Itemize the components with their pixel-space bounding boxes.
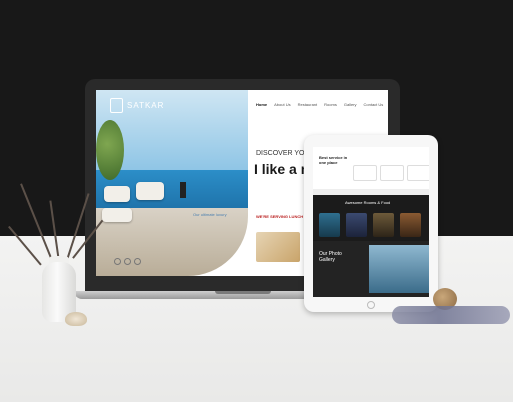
seashell bbox=[65, 312, 87, 326]
lounge-chair bbox=[136, 182, 164, 200]
lounge-chair bbox=[104, 186, 130, 202]
social-links bbox=[114, 258, 141, 265]
room-card[interactable] bbox=[346, 213, 367, 237]
logo-icon bbox=[110, 98, 123, 113]
social-icon[interactable] bbox=[134, 258, 141, 265]
food-image bbox=[256, 232, 300, 262]
nav-item-restaurant[interactable]: Restaurant bbox=[298, 102, 318, 107]
service-card[interactable] bbox=[353, 165, 377, 181]
lavender-bundle bbox=[392, 306, 510, 324]
hero-link[interactable]: Our ultimate luxury bbox=[193, 212, 227, 217]
laptop-notch bbox=[215, 291, 271, 294]
lantern bbox=[180, 182, 186, 198]
logo-text: SATKAR bbox=[127, 101, 165, 110]
product-mockup-scene: SATKAR Our ultimate luxury Home About Us… bbox=[0, 0, 513, 402]
tablet-screen: Best service in one place Awesome Rooms … bbox=[313, 147, 429, 297]
hero-image: SATKAR Our ultimate luxury bbox=[96, 90, 248, 276]
room-card[interactable] bbox=[400, 213, 421, 237]
cushion bbox=[102, 208, 132, 222]
site-nav: Home About Us Restaurant Rooms Gallery C… bbox=[256, 102, 383, 107]
service-card[interactable] bbox=[407, 165, 429, 181]
nav-item-contact[interactable]: Contact Us bbox=[364, 102, 384, 107]
tablet-gallery-heading: Our Photo Gallery bbox=[319, 251, 342, 263]
gallery-image bbox=[369, 245, 429, 293]
room-card[interactable] bbox=[373, 213, 394, 237]
tablet-home-button bbox=[367, 301, 375, 309]
service-card[interactable] bbox=[380, 165, 404, 181]
nav-item-home[interactable]: Home bbox=[256, 102, 267, 107]
tablet-service-cards bbox=[353, 165, 429, 181]
room-card[interactable] bbox=[319, 213, 340, 237]
tablet-hero-text: Best service in one place bbox=[319, 155, 348, 165]
nav-item-rooms[interactable]: Rooms bbox=[324, 102, 337, 107]
tablet-rooms-heading: Awesome Rooms & Food bbox=[345, 200, 391, 205]
social-icon[interactable] bbox=[114, 258, 121, 265]
nav-item-about[interactable]: About Us bbox=[274, 102, 290, 107]
nav-item-gallery[interactable]: Gallery bbox=[344, 102, 357, 107]
social-icon[interactable] bbox=[124, 258, 131, 265]
hero-tree bbox=[96, 120, 124, 180]
site-logo[interactable]: SATKAR bbox=[110, 98, 164, 113]
